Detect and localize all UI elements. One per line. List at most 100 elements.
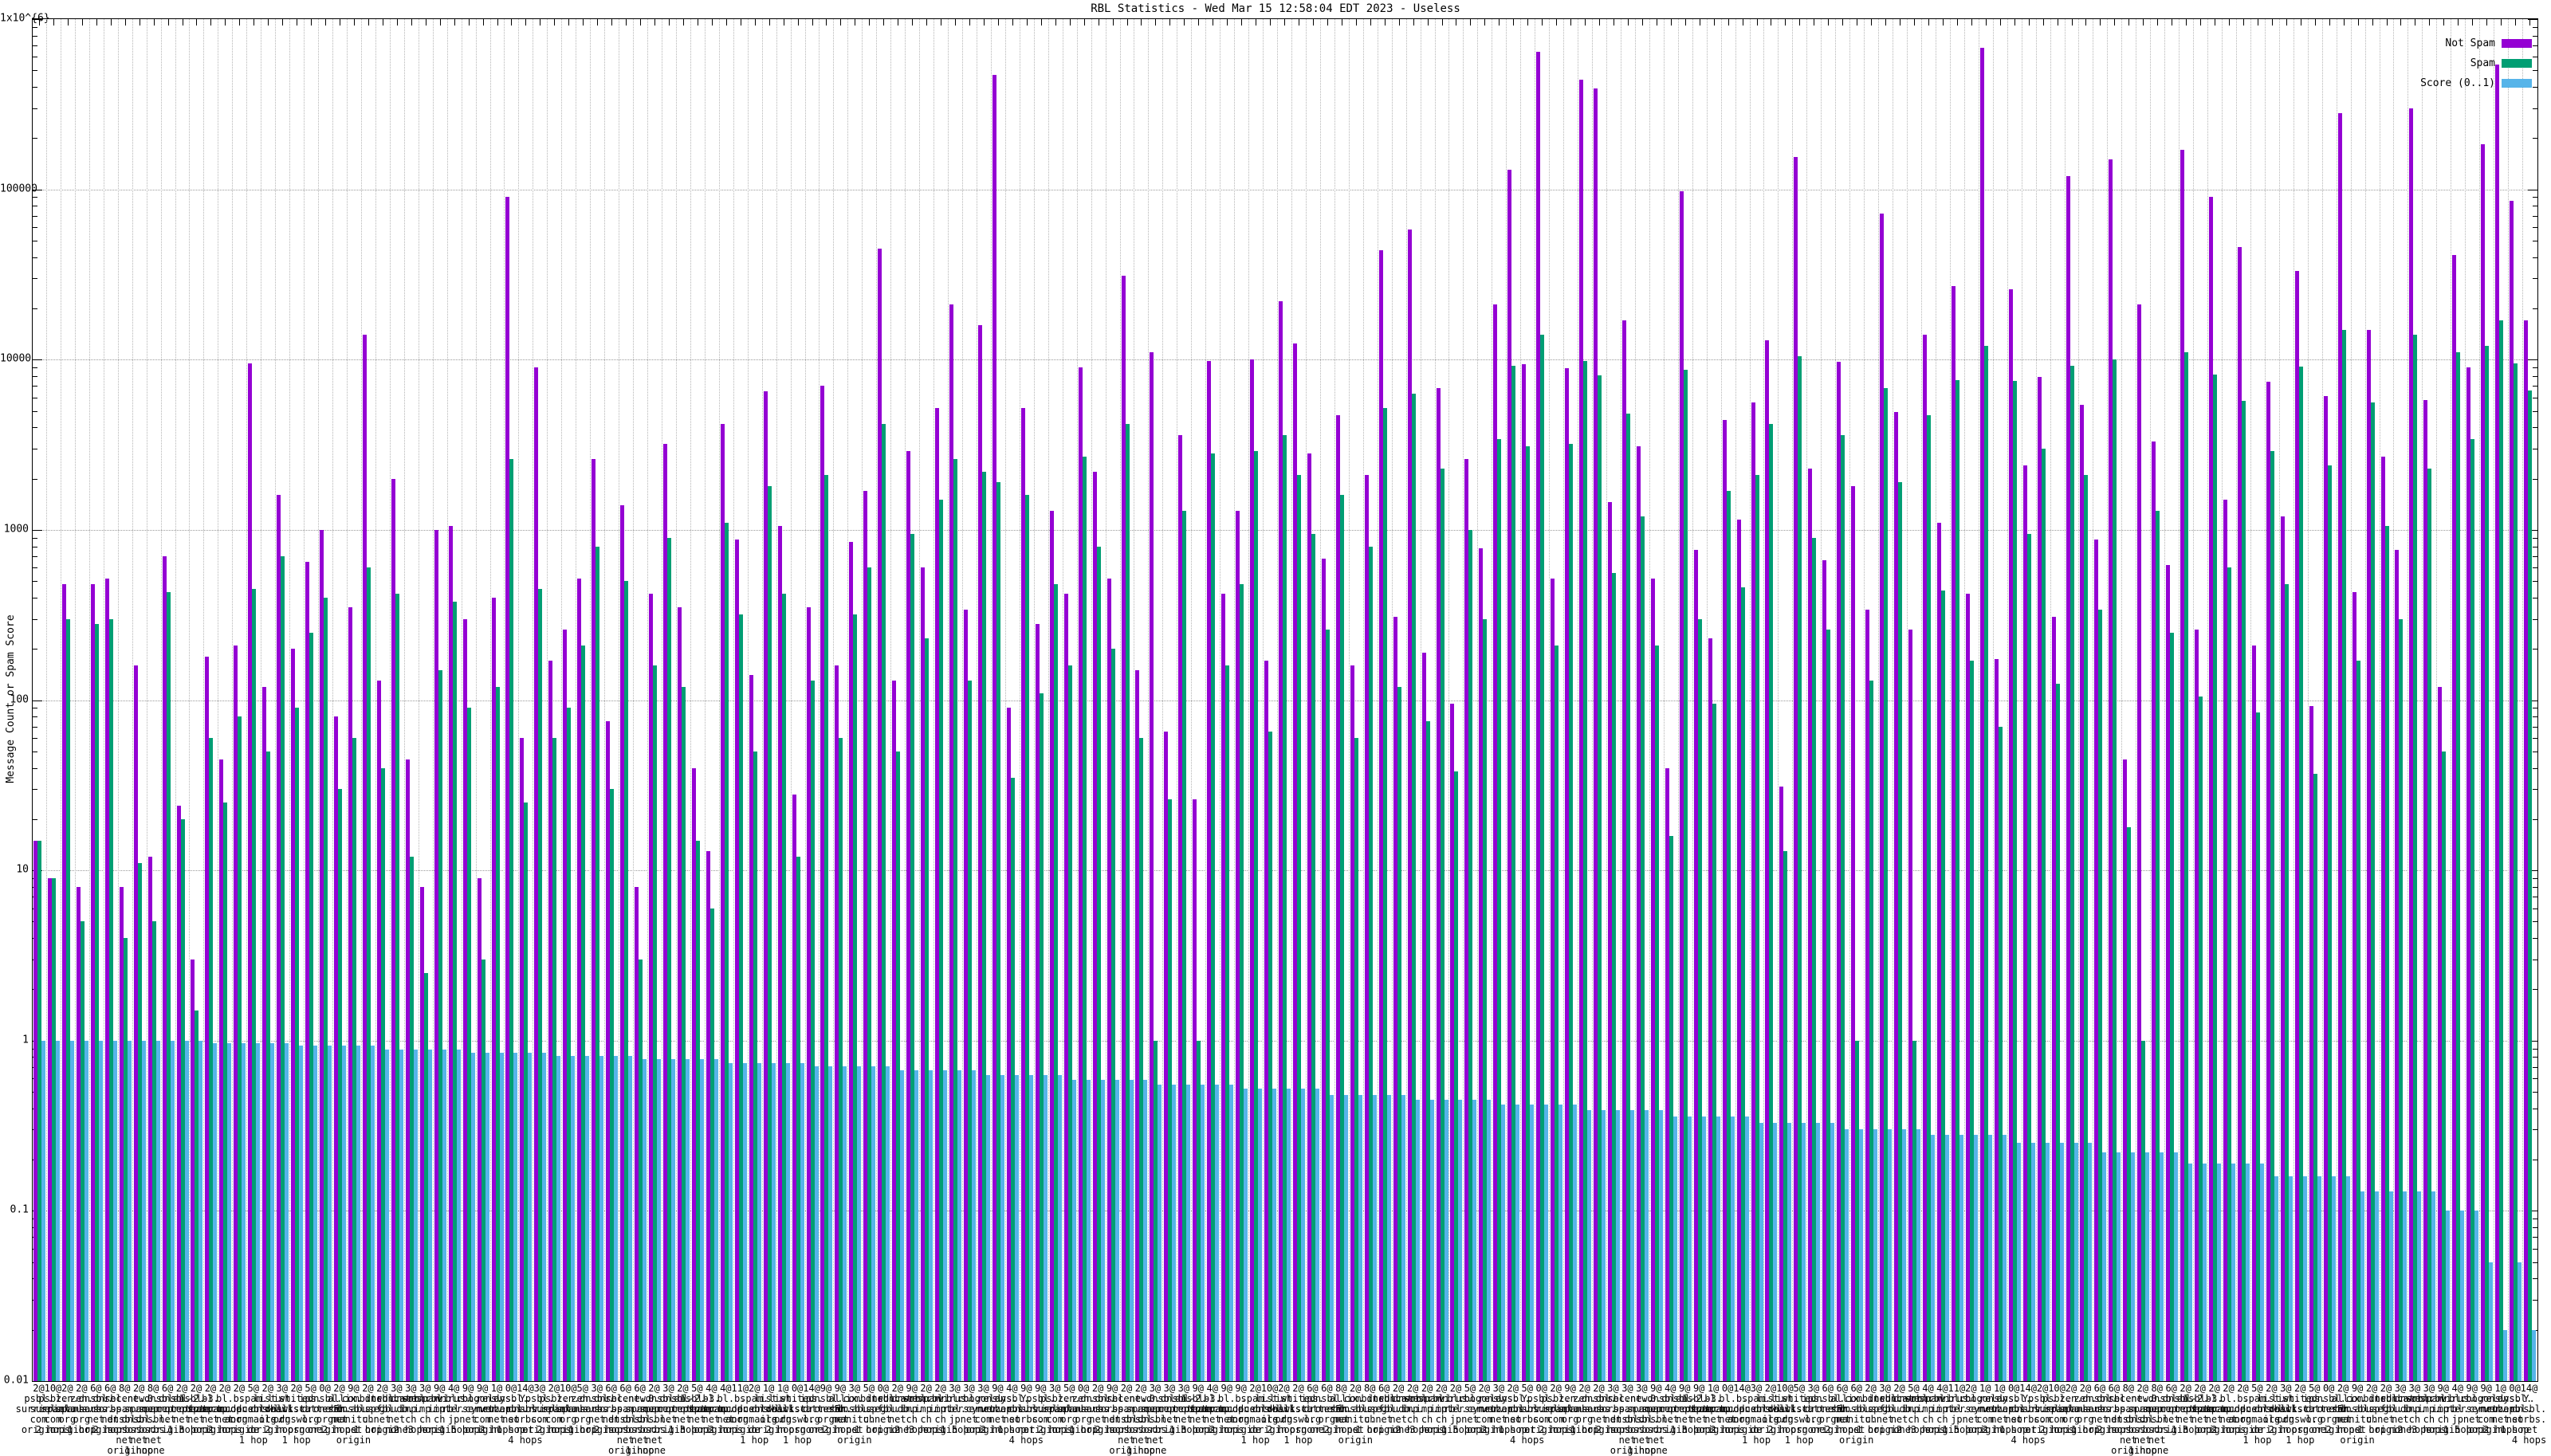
bar-score <box>213 1042 218 1381</box>
y-minor-tick <box>33 555 37 557</box>
bar-score <box>599 1056 604 1381</box>
bar-score <box>657 1058 662 1381</box>
bar-score <box>2174 1152 2179 1381</box>
bar-score <box>2474 1211 2479 1381</box>
x-tick <box>2128 19 2130 26</box>
bar-score <box>470 1052 475 1381</box>
x-tick <box>955 19 957 26</box>
bar-score <box>1114 1079 1119 1381</box>
bar-score <box>1888 1129 1893 1381</box>
bar-score <box>2217 1163 2222 1381</box>
bar-score <box>285 1042 289 1381</box>
y-tick-label: 0.1 <box>10 1203 29 1216</box>
bar-score <box>1687 1116 1692 1381</box>
bar-score <box>2345 1175 2350 1381</box>
x-tick <box>725 19 727 26</box>
bar-score <box>771 1062 776 1381</box>
x-tick <box>1570 19 1572 26</box>
x-tick <box>2372 19 2373 26</box>
v-gridline <box>547 19 548 1381</box>
bar-score <box>1672 1116 1677 1381</box>
x-tick <box>2343 19 2345 26</box>
v-gridline <box>1663 19 1665 1381</box>
bar-score <box>713 1058 718 1381</box>
y-minor-tick <box>33 537 37 539</box>
v-gridline <box>704 19 706 1381</box>
x-tick <box>2472 19 2474 26</box>
y-minor-tick <box>33 215 37 217</box>
v-gridline <box>2064 19 2066 1381</box>
v-gridline <box>905 19 906 1381</box>
bar-score <box>1358 1094 1362 1381</box>
v-gridline <box>1477 19 1479 1381</box>
v-gridline <box>1720 19 1722 1381</box>
v-gridline <box>504 19 505 1381</box>
bar-score <box>2016 1143 2021 1381</box>
y-minor-tick <box>2533 989 2537 991</box>
x-tick <box>1069 19 1071 26</box>
bar-score <box>41 1040 45 1381</box>
y-minor-tick <box>33 410 37 412</box>
x-tick <box>1556 19 1558 26</box>
y-minor-tick <box>33 45 37 47</box>
x-tick <box>812 19 813 26</box>
y-minor-tick <box>33 108 37 109</box>
x-tick <box>353 19 355 26</box>
y-minor-tick <box>2533 197 2537 198</box>
bar-score <box>643 1058 647 1381</box>
x-tick <box>1141 19 1142 26</box>
bar-score <box>1773 1122 1778 1381</box>
x-tick <box>2071 19 2073 26</box>
x-tick <box>1513 19 1515 26</box>
v-gridline <box>1191 19 1193 1381</box>
v-gridline <box>2050 19 2051 1381</box>
x-tick <box>1112 19 1114 26</box>
y-minor-tick <box>33 70 37 72</box>
bar-score <box>886 1066 890 1381</box>
v-gridline <box>1506 19 1507 1381</box>
v-gridline <box>1763 19 1765 1381</box>
bar-score <box>1158 1085 1162 1381</box>
x-tick <box>997 19 999 26</box>
y-minor-tick <box>2533 1092 2537 1093</box>
bar-score <box>2403 1191 2408 1381</box>
bar-score <box>1744 1116 1749 1381</box>
bar-score <box>742 1062 747 1381</box>
x-tick <box>1055 19 1056 26</box>
bar-score <box>1415 1099 1420 1381</box>
v-gridline <box>604 19 606 1381</box>
y-minor-tick <box>2533 308 2537 309</box>
bar-score <box>328 1046 332 1381</box>
v-gridline <box>1004 19 1006 1381</box>
v-gridline <box>1405 19 1407 1381</box>
x-tick <box>1527 19 1529 26</box>
bar-score <box>1873 1129 1878 1381</box>
x-tick <box>1270 19 1272 26</box>
v-gridline <box>2479 19 2481 1381</box>
v-gridline <box>318 19 320 1381</box>
v-gridline <box>1091 19 1092 1381</box>
x-tick <box>2114 19 2116 26</box>
bar-score <box>1629 1110 1634 1381</box>
y-minor-tick <box>2533 1227 2537 1229</box>
bar-score <box>2145 1152 2150 1381</box>
y-tick-label: 1x10^{6} <box>0 12 50 25</box>
bar-score <box>556 1056 561 1381</box>
bar-score <box>1315 1089 1319 1381</box>
y-minor-tick <box>33 737 37 739</box>
bar-score <box>1787 1122 1792 1381</box>
bar-score <box>843 1066 847 1381</box>
v-gridline <box>1305 19 1307 1381</box>
bar-score <box>1000 1074 1004 1381</box>
x-tick <box>1083 19 1085 26</box>
legend-row: Not Spam <box>2445 35 2532 49</box>
bar-score <box>2503 1329 2508 1381</box>
y-minor-tick <box>33 427 37 429</box>
x-tick <box>1971 19 1972 26</box>
bar-score <box>69 1040 74 1381</box>
bar-score <box>1716 1116 1720 1381</box>
v-gridline <box>1864 19 1865 1381</box>
legend-row: Spam <box>2470 55 2532 69</box>
v-gridline <box>2522 19 2524 1381</box>
v-gridline <box>1234 19 1236 1381</box>
